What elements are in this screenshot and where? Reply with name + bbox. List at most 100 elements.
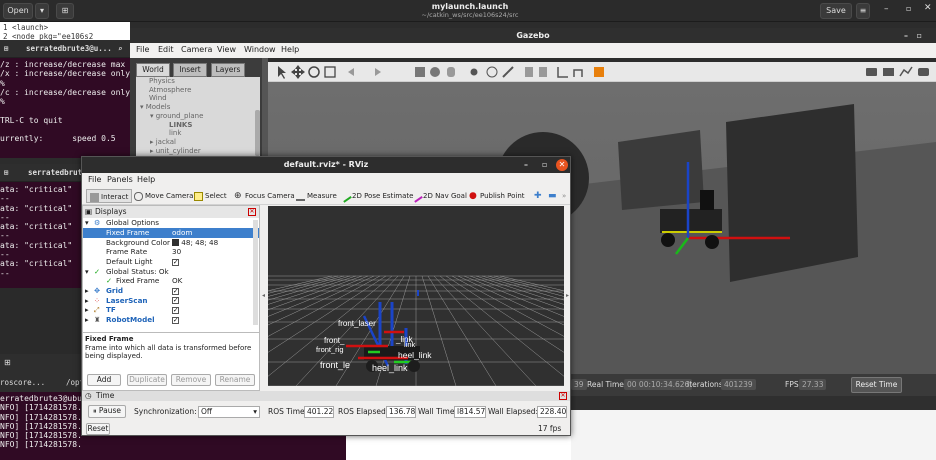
tree-item[interactable]: Physics (136, 77, 260, 86)
toolbar-overflow-icon[interactable]: » (562, 189, 566, 203)
tab-roscore[interactable]: roscore... (0, 374, 45, 392)
pause-icon: ⏸ (93, 407, 97, 415)
tree-row-global-status[interactable]: ▾ ✓ Global Status: Ok (83, 267, 259, 277)
measure-tool[interactable]: Measure (296, 189, 337, 203)
wall-time-field[interactable]: l814.57 (454, 406, 486, 418)
new-tab-icon[interactable]: ⊞ (4, 40, 9, 58)
tree-row-frame-rate[interactable]: Frame Rate 30 (83, 247, 259, 257)
ros-elapsed-field[interactable]: 136.78 (386, 406, 416, 418)
tree-row-robotmodel[interactable]: ▸ ♜ RobotModel ✓ (83, 315, 259, 325)
grid-line (427, 275, 497, 386)
add-tool-icon[interactable]: ✚ (534, 189, 542, 203)
menu-view[interactable]: View (217, 45, 236, 54)
minimize-icon[interactable]: – (524, 157, 528, 173)
tree-scrollbar[interactable] (255, 110, 260, 156)
tree-item[interactable]: link (136, 129, 260, 138)
tree-item[interactable]: Wind (136, 94, 260, 103)
close-icon[interactable]: ✕ (556, 159, 568, 171)
tree-row-global-options[interactable]: ▾ ⚙ Global Options (83, 218, 259, 228)
menu-file[interactable]: File (88, 175, 101, 184)
maximize-icon[interactable]: ▫ (906, 4, 911, 13)
rviz-3d-view[interactable]: front_laser front_ _link front_rig link front… (268, 206, 564, 386)
robotmodel-checkbox[interactable]: ✓ (172, 316, 179, 324)
tree-row-default-light[interactable]: Default Light ✓ (83, 257, 259, 267)
tree-item: LINKS (169, 120, 193, 129)
minimize-icon[interactable]: – (904, 28, 908, 43)
menu-file[interactable]: File (136, 45, 149, 54)
select-tool[interactable]: Select (194, 189, 227, 203)
terminal-1-headerbar: ⊞ serratedbrute3@u... ⌕ (0, 40, 130, 58)
maximize-icon[interactable]: ▫ (917, 28, 922, 43)
tree-item[interactable]: ▾ Models (136, 103, 260, 112)
menu-panels[interactable]: Panels (107, 175, 133, 184)
pause-button[interactable]: ⏸ Pause (88, 405, 126, 418)
tree-row-fixed-frame[interactable]: Fixed Frame odom (83, 228, 259, 238)
rename-display-button[interactable]: Rename (215, 374, 255, 386)
iterations-field: 401239 (721, 379, 756, 390)
gedit-editor[interactable]: 1 <launch> 2 <node pkg="ee106s2 (0, 22, 130, 40)
tab-world[interactable]: World (136, 63, 170, 77)
terminal-2[interactable]: ⊞ serratedbrute3@u... ata: "critical"--a… (0, 164, 82, 288)
hamburger-menu-icon[interactable]: ≡ (856, 3, 870, 19)
collapse-left-icon[interactable]: ◂ (262, 292, 265, 299)
menu-edit[interactable]: Edit (158, 45, 174, 54)
menu-window[interactable]: Window (244, 45, 276, 54)
maximize-icon[interactable]: ▫ (542, 157, 547, 173)
background-window (571, 410, 936, 460)
pose-estimate-icon (339, 189, 352, 203)
tree-item[interactable]: ▾ ground_plane (136, 112, 260, 121)
minimize-icon[interactable]: – (884, 4, 889, 14)
reset-time-button[interactable]: Reset Time (851, 377, 902, 393)
collapse-right-icon[interactable]: ▸ (566, 292, 569, 299)
editor-line: 2 <node pkg="ee106s2 (3, 32, 94, 40)
sync-select[interactable]: Off ▾ (198, 406, 260, 418)
open-menu-button[interactable]: ▾ (35, 3, 49, 19)
terminal-1[interactable]: ⊞ serratedbrute3@u... ⌕ /z : increase/de… (0, 40, 130, 158)
tree-row-background-color[interactable]: Background Color 48; 48; 48 (83, 238, 259, 248)
laserscan-checkbox[interactable]: ✓ (172, 297, 179, 304)
duplicate-display-button[interactable]: Duplicate (127, 374, 167, 386)
tf-checkbox[interactable]: ✓ (172, 306, 179, 314)
tree-item[interactable]: ▸ jackal (136, 138, 260, 147)
pose-estimate-tool[interactable]: 2D Pose Estimate (339, 189, 413, 203)
gazebo-menubar: File Edit Camera View Window Help (130, 43, 936, 58)
focus-camera-tool[interactable]: ⊕ Focus Camera (234, 189, 295, 203)
reset-button[interactable]: Reset (86, 423, 110, 435)
remove-tool-icon[interactable]: ▬ (548, 189, 557, 203)
menu-camera[interactable]: Camera (181, 45, 212, 54)
publish-point-tool[interactable]: ● Publish Point (469, 189, 525, 203)
interact-tool[interactable]: Interact (86, 189, 133, 203)
tree-row-fixed-frame-status[interactable]: ✓ Fixed Frame OK (83, 276, 259, 286)
ros-time-field[interactable]: 401.22 (304, 406, 334, 418)
new-tab-icon[interactable]: ⊞ (4, 358, 11, 367)
wall-elapsed-field[interactable]: 228.40 (537, 406, 567, 418)
new-tab-button[interactable]: ⊞ (56, 3, 74, 19)
search-icon[interactable]: ⌕ (118, 40, 123, 58)
close-icon[interactable]: ✕ (248, 208, 256, 216)
redo-icon (375, 68, 381, 76)
add-display-button[interactable]: Add (87, 374, 121, 386)
grid-checkbox[interactable]: ✓ (172, 287, 179, 295)
tree-scrollbar[interactable] (253, 220, 258, 325)
default-light-checkbox[interactable]: ✓ (172, 258, 179, 266)
remove-display-button[interactable]: Remove (171, 374, 211, 386)
nav-goal-tool[interactable]: 2D Nav Goal (410, 189, 467, 203)
close-icon[interactable]: ✕ (559, 392, 567, 400)
color-swatch[interactable] (172, 239, 179, 246)
tree-row-tf[interactable]: ▸ ⤢ TF ✓ (83, 305, 259, 315)
menu-help[interactable]: Help (281, 45, 299, 54)
tab-layers[interactable]: Layers (211, 63, 245, 77)
tree-item[interactable]: Atmosphere (136, 86, 260, 95)
tree-row-grid[interactable]: ▸ ✥ Grid ✓ (83, 286, 259, 296)
tab-insert[interactable]: Insert (173, 63, 207, 77)
tree-item[interactable]: ▸ unit_cylinder (136, 147, 260, 156)
close-icon[interactable]: ✕ (924, 3, 932, 13)
tree-row-laserscan[interactable]: ▸ ⁘ LaserScan ✓ (83, 296, 259, 306)
scale-icon (324, 66, 336, 78)
menu-help[interactable]: Help (137, 175, 155, 184)
save-button[interactable]: Save (820, 3, 852, 19)
open-button[interactable]: Open (3, 3, 33, 19)
new-tab-icon[interactable]: ⊞ (4, 164, 9, 182)
move-camera-tool[interactable]: Move Camera (134, 189, 193, 203)
